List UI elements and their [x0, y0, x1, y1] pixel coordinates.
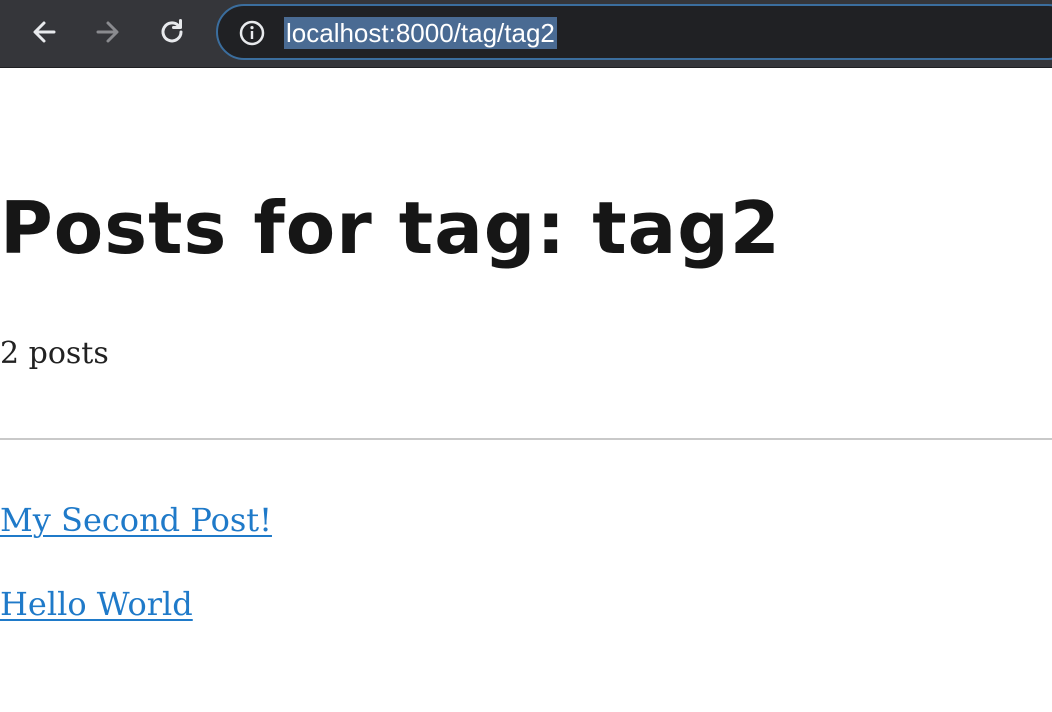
address-bar[interactable]: localhost:8000/tag/tag2	[216, 4, 1052, 60]
forward-button[interactable]	[90, 14, 126, 50]
back-arrow-icon	[33, 21, 56, 43]
browser-toolbar: localhost:8000/tag/tag2	[0, 0, 1052, 68]
post-count: 2 posts	[0, 336, 109, 371]
page-title: Posts for tag: tag2	[0, 186, 781, 270]
post-link-my-second-post[interactable]: My Second Post!	[0, 498, 272, 542]
divider	[0, 438, 1052, 440]
page-content: Posts for tag: tag2 2 posts My Second Po…	[0, 68, 1052, 712]
back-button[interactable]	[26, 14, 62, 50]
info-icon[interactable]	[238, 19, 266, 47]
forward-arrow-icon	[96, 21, 119, 43]
reload-icon	[161, 19, 183, 43]
reload-button[interactable]	[154, 14, 190, 50]
post-link-hello-world[interactable]: Hello World	[0, 582, 193, 626]
url-text[interactable]: localhost:8000/tag/tag2	[284, 17, 557, 49]
